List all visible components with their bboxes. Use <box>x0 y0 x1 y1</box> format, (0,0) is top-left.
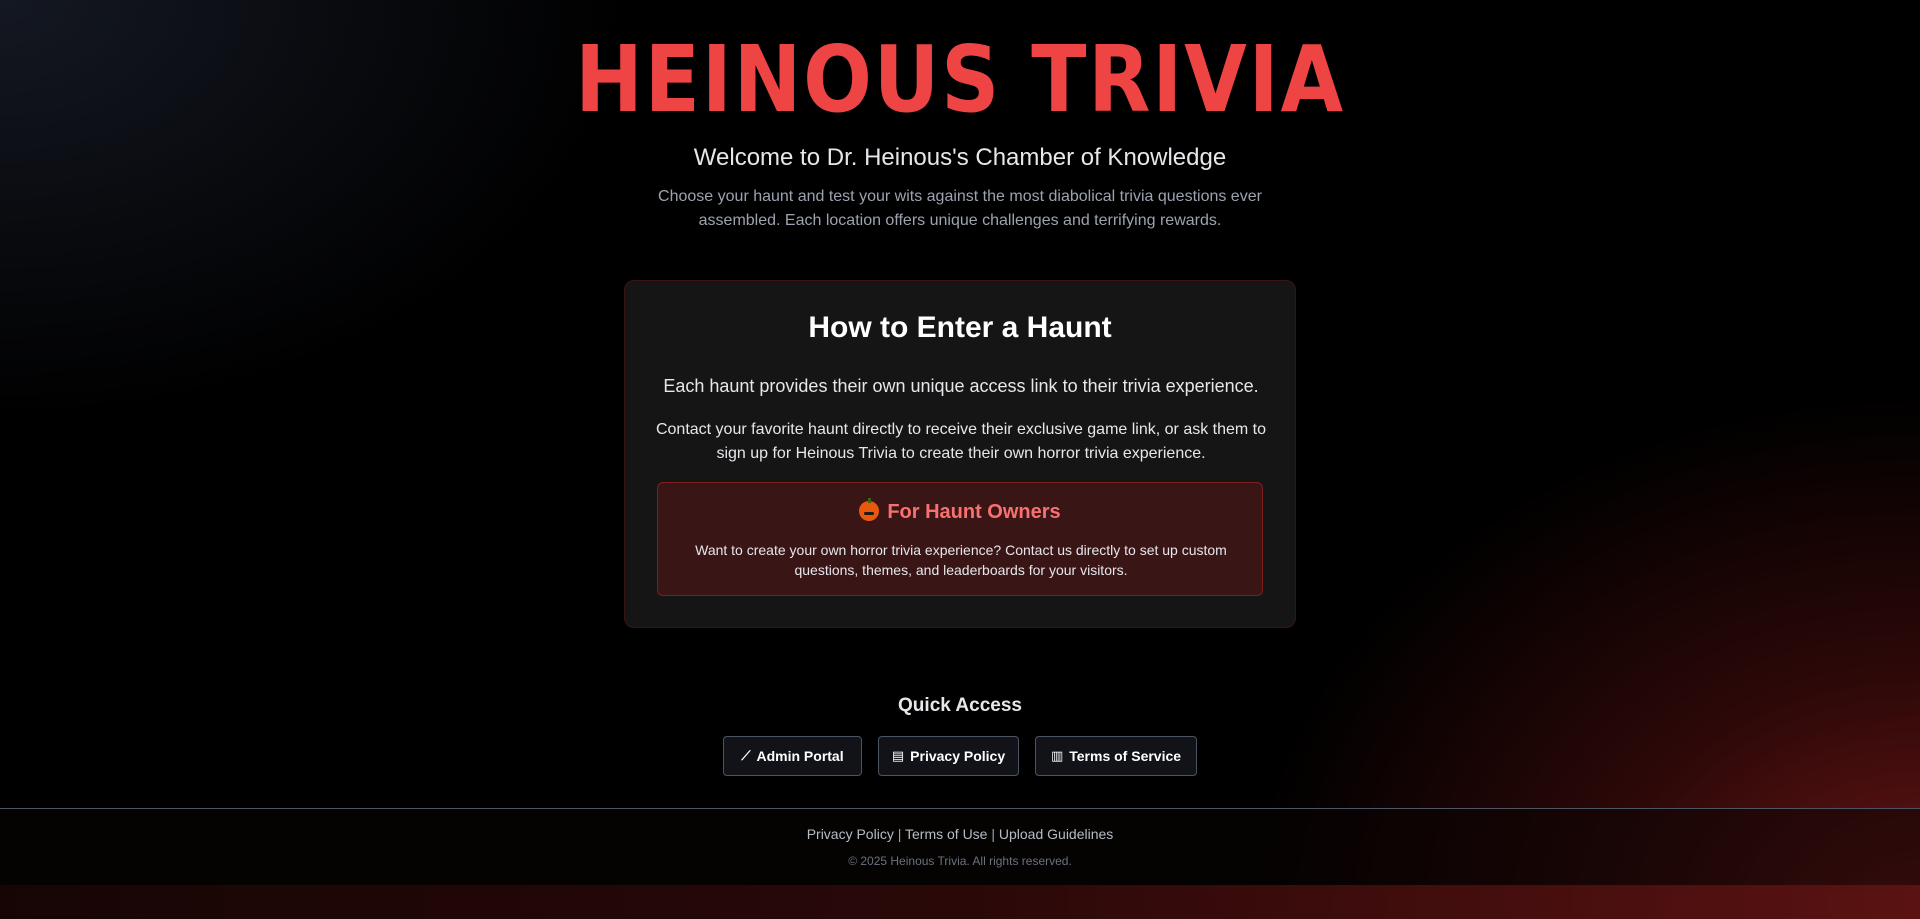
terms-of-service-label: Terms of Service <box>1069 748 1182 764</box>
footer <box>0 809 1920 885</box>
footer-separator: | <box>897 826 902 842</box>
haunt-owners-heading: For Haunt Owners <box>658 498 1262 524</box>
admin-portal-label: Admin Portal <box>756 748 844 764</box>
haunt-owners-title: For Haunt Owners <box>887 501 1061 523</box>
clipboard-icon: ▤ <box>891 748 905 763</box>
pumpkin-icon <box>859 498 880 521</box>
footer-links: Privacy Policy | Terms of Use | Upload G… <box>0 826 1920 842</box>
footer-link-privacy-policy[interactable]: Privacy Policy <box>807 826 894 842</box>
intro-text: Choose your haunt and test your wits aga… <box>658 188 1262 229</box>
privacy-policy-label: Privacy Policy <box>910 748 1006 764</box>
enter-haunt-card: How to Enter a Haunt Each haunt provides… <box>624 280 1296 628</box>
scroll-icon: ▥ <box>1050 748 1064 763</box>
haunt-owners-text: Want to create your own horror trivia ex… <box>695 542 1227 578</box>
footer-separator: | <box>991 826 995 842</box>
footer-link-upload-guidelines[interactable]: Upload Guidelines <box>999 826 1113 842</box>
card-title: How to Enter a Haunt <box>808 311 1112 344</box>
haunt-owners-box: For Haunt Owners Want to create your own… <box>657 482 1263 596</box>
card-paragraph-2: Contact your favorite haunt directly to … <box>655 421 1267 462</box>
privacy-policy-button[interactable]: ▤ Privacy Policy <box>878 736 1019 776</box>
card-paragraph-1: Each haunt provides their own unique acc… <box>663 376 1259 396</box>
admin-portal-button[interactable]: ⟋ Admin Portal <box>723 736 862 776</box>
terms-of-service-button[interactable]: ▥ Terms of Service <box>1035 736 1197 776</box>
quick-access-title: Quick Access <box>898 695 1022 716</box>
footer-divider <box>0 808 1920 809</box>
page-bottom-strip <box>0 885 1920 919</box>
wand-icon: ⟋ <box>741 748 751 763</box>
logo-title: HEINOUS TRIVIA <box>575 26 1345 133</box>
footer-link-terms-of-use[interactable]: Terms of Use <box>905 826 987 842</box>
copyright-text: © 2025 Heinous Trivia. All rights reserv… <box>848 854 1072 868</box>
welcome-heading: Welcome to Dr. Heinous's Chamber of Know… <box>693 144 1227 171</box>
